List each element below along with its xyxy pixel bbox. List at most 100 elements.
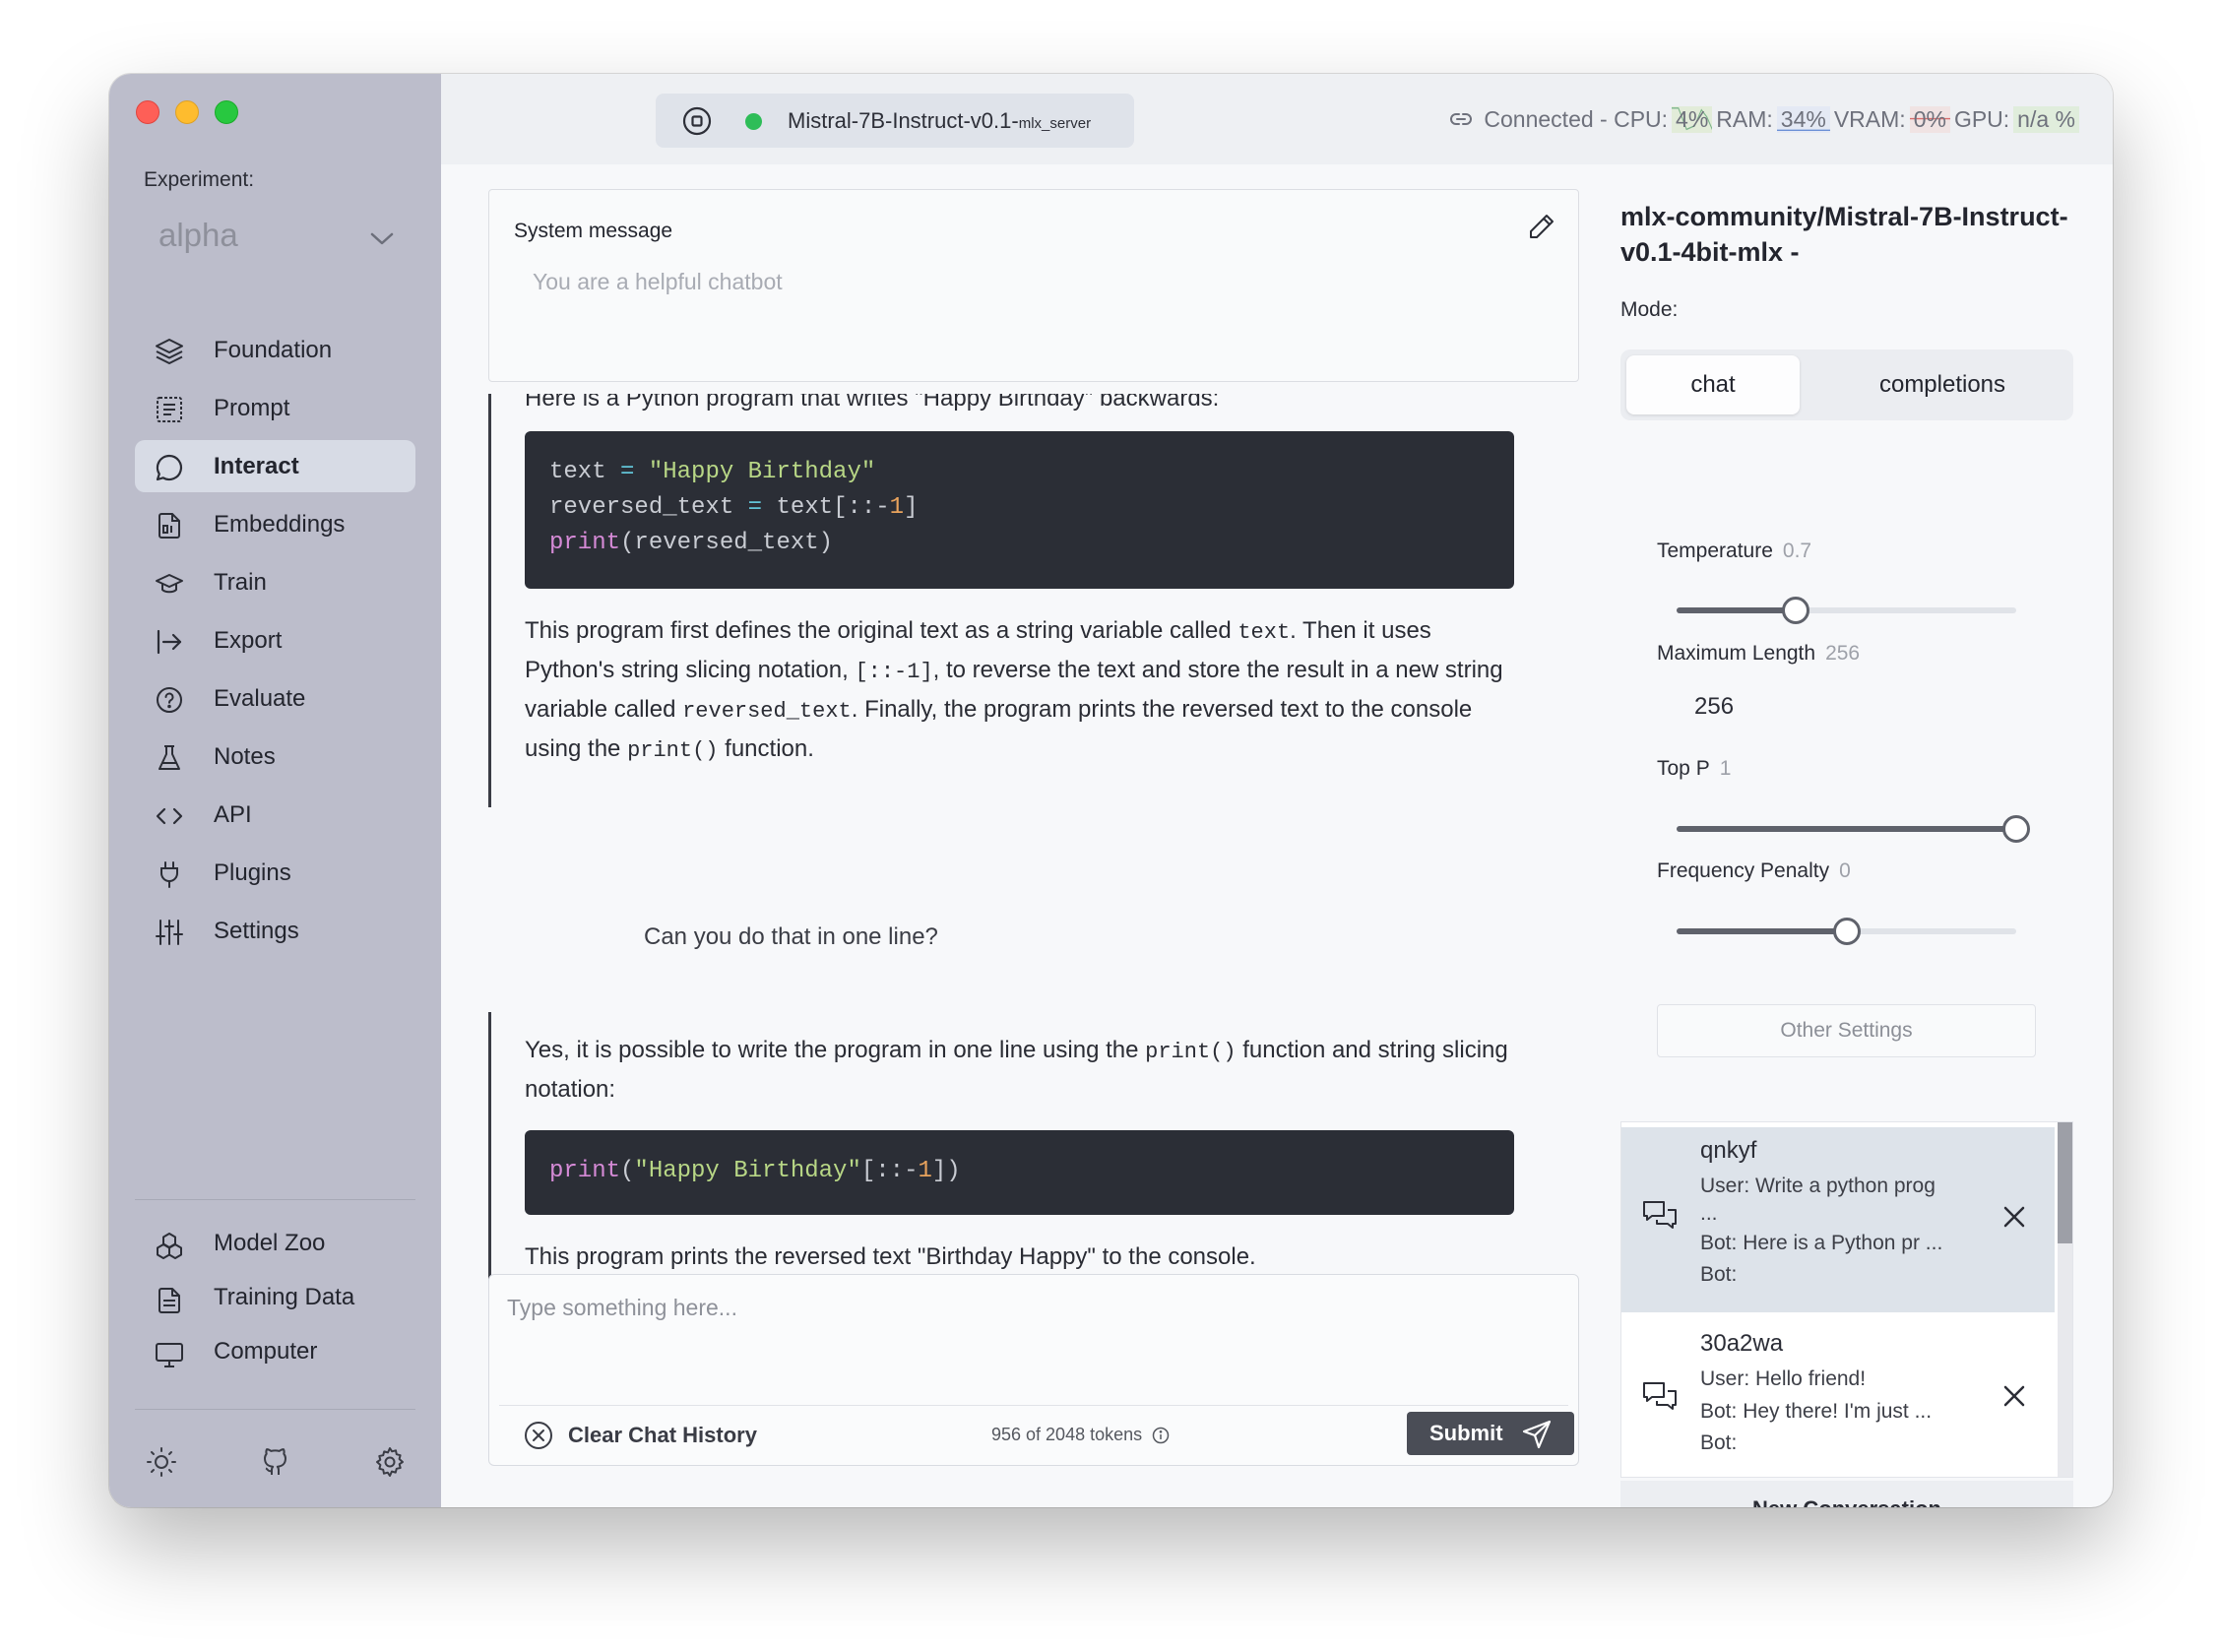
sidebar-item-label: Embeddings (214, 510, 346, 538)
param-name: Frequency Penalty (1657, 859, 1830, 882)
param-name: Top P (1657, 757, 1710, 780)
slider-thumb[interactable] (2002, 815, 2030, 843)
sidebar-item-training-data[interactable]: Training Data (135, 1273, 415, 1321)
code-token: 1 (918, 1158, 932, 1184)
input-divider (499, 1405, 1568, 1406)
other-settings-button[interactable]: Other Settings (1657, 1004, 2036, 1057)
code-token: print (549, 530, 621, 556)
sidebar-item-train[interactable]: Train (135, 556, 415, 608)
model-zoo-icon (155, 1232, 184, 1261)
slider-fill (1677, 826, 2016, 832)
sidebar-item-plugins[interactable]: Plugins (135, 847, 415, 899)
ram-metric: 34% (1776, 105, 1830, 133)
export-icon (155, 627, 184, 657)
sidebar-item-label: Interact (214, 452, 299, 479)
mode-chat-button[interactable]: chat (1626, 355, 1800, 414)
sidebar-item-computer[interactable]: Computer (135, 1327, 415, 1375)
code-token: [::- (860, 1158, 919, 1184)
sidebar-item-label: API (214, 800, 252, 828)
param-value: 1 (1719, 757, 1732, 780)
chat-input[interactable]: Type something here... (507, 1295, 737, 1321)
stop-icon[interactable] (681, 105, 713, 137)
mode-toggle: chat completions (1620, 349, 2073, 420)
sidebar-item-prompt[interactable]: Prompt (135, 382, 415, 434)
secondary-nav: Model Zoo Training Data Computer (135, 1219, 415, 1381)
max-length-input[interactable]: 256 (1694, 693, 1734, 721)
param-name: Temperature (1657, 540, 1773, 562)
clear-chat-button[interactable]: Clear Chat History (523, 1419, 757, 1452)
chat-history[interactable]: Here is a Python program that writes "Ha… (488, 394, 1579, 1334)
sidebar-item-notes[interactable]: Notes (135, 731, 415, 783)
sidebar-item-api[interactable]: API (135, 789, 415, 841)
sidebar-divider (135, 1409, 415, 1410)
experiment-label: Experiment: (144, 168, 255, 191)
github-icon[interactable] (259, 1445, 292, 1479)
sidebar-item-label: Train (214, 568, 267, 596)
info-icon[interactable] (1152, 1427, 1170, 1444)
sidebar-item-label: Notes (214, 742, 276, 770)
chat-icon (155, 453, 184, 482)
pencil-icon[interactable] (1527, 212, 1556, 241)
sliders-icon (155, 918, 184, 947)
sidebar-item-embeddings[interactable]: Embeddings (135, 498, 415, 550)
sidebar-item-label: Prompt (214, 394, 290, 421)
sun-icon[interactable] (145, 1445, 178, 1479)
temperature-slider[interactable] (1677, 597, 2016, 624)
sidebar: Experiment: alpha Foundation Prompt Inte… (109, 74, 441, 1507)
top-bar: Mistral-7B-Instruct-v0.1-mlx_server Conn… (441, 74, 2113, 164)
close-icon[interactable] (2001, 1383, 2027, 1409)
gear-icon[interactable] (373, 1445, 407, 1479)
sidebar-item-foundation[interactable]: Foundation (135, 324, 415, 376)
send-icon (1522, 1420, 1552, 1449)
close-icon[interactable] (2001, 1204, 2027, 1230)
conversation-name: 30a2wa (1700, 1330, 1784, 1357)
system-message-box[interactable]: System message You are a helpful chatbot (488, 189, 1579, 382)
slider-thumb[interactable] (1832, 918, 1861, 945)
conversation-item[interactable]: 30a2wa User: Hello friend! Bot: Hey ther… (1621, 1316, 2055, 1477)
sidebar-item-export[interactable]: Export (135, 614, 415, 667)
conversation-scrollbar-thumb[interactable] (2058, 1122, 2072, 1243)
code-token: = (605, 459, 649, 485)
close-window-button[interactable] (136, 100, 159, 124)
mode-completions-button[interactable]: completions (1817, 355, 2067, 414)
vram-value: 0% (1913, 105, 1946, 132)
experiment-select[interactable]: alpha (159, 217, 395, 266)
sidebar-item-evaluate[interactable]: Evaluate (135, 672, 415, 725)
layers-icon (155, 337, 184, 366)
top-p-slider[interactable] (1677, 815, 2030, 843)
code-block: text = "Happy Birthday" reversed_text = … (525, 431, 1514, 589)
model-name: Mistral-7B-Instruct-v0.1-mlx_server (788, 108, 1091, 134)
inline-code: [::-1] (855, 660, 933, 684)
conversation-item[interactable]: qnkyf User: Write a python prog ... Bot:… (1621, 1127, 2055, 1312)
sidebar-item-label: Computer (214, 1337, 318, 1365)
message-text: This program prints the reversed text "B… (525, 1243, 1256, 1270)
model-name-text: Mistral-7B-Instruct-v0.1- (788, 108, 1019, 133)
clear-chat-label: Clear Chat History (568, 1423, 757, 1447)
code-token: ]) (931, 1158, 961, 1184)
maximize-window-button[interactable] (215, 100, 238, 124)
code-token: = (733, 494, 777, 521)
model-status-pill[interactable]: Mistral-7B-Instruct-v0.1-mlx_server (656, 94, 1134, 148)
app-window: Experiment: alpha Foundation Prompt Inte… (109, 74, 2113, 1507)
new-conversation-button[interactable]: New Conversation (1620, 1481, 2073, 1507)
prompt-icon (155, 395, 184, 424)
inline-code: text (1237, 620, 1291, 645)
ram-label: RAM: (1716, 105, 1773, 132)
conversation-name: qnkyf (1700, 1137, 1757, 1164)
conversation-list: qnkyf User: Write a python prog ... Bot:… (1620, 1121, 2073, 1478)
sidebar-item-settings[interactable]: Settings (135, 905, 415, 957)
frequency-penalty-slider[interactable] (1677, 918, 2016, 945)
slider-thumb[interactable] (1781, 597, 1809, 624)
param-value: 0.7 (1782, 540, 1812, 562)
code-token: ] (904, 494, 919, 521)
system-message-input[interactable]: You are a helpful chatbot (533, 269, 783, 295)
text-run: function. (718, 735, 814, 762)
code-token: text (549, 459, 606, 485)
sidebar-item-interact[interactable]: Interact (135, 440, 415, 492)
minimize-window-button[interactable] (175, 100, 199, 124)
model-server-text: mlx_server (1018, 115, 1092, 132)
submit-button[interactable]: Submit (1407, 1412, 1574, 1455)
status-indicator (745, 113, 762, 130)
graduation-cap-icon (155, 569, 184, 599)
sidebar-item-model-zoo[interactable]: Model Zoo (135, 1219, 415, 1267)
